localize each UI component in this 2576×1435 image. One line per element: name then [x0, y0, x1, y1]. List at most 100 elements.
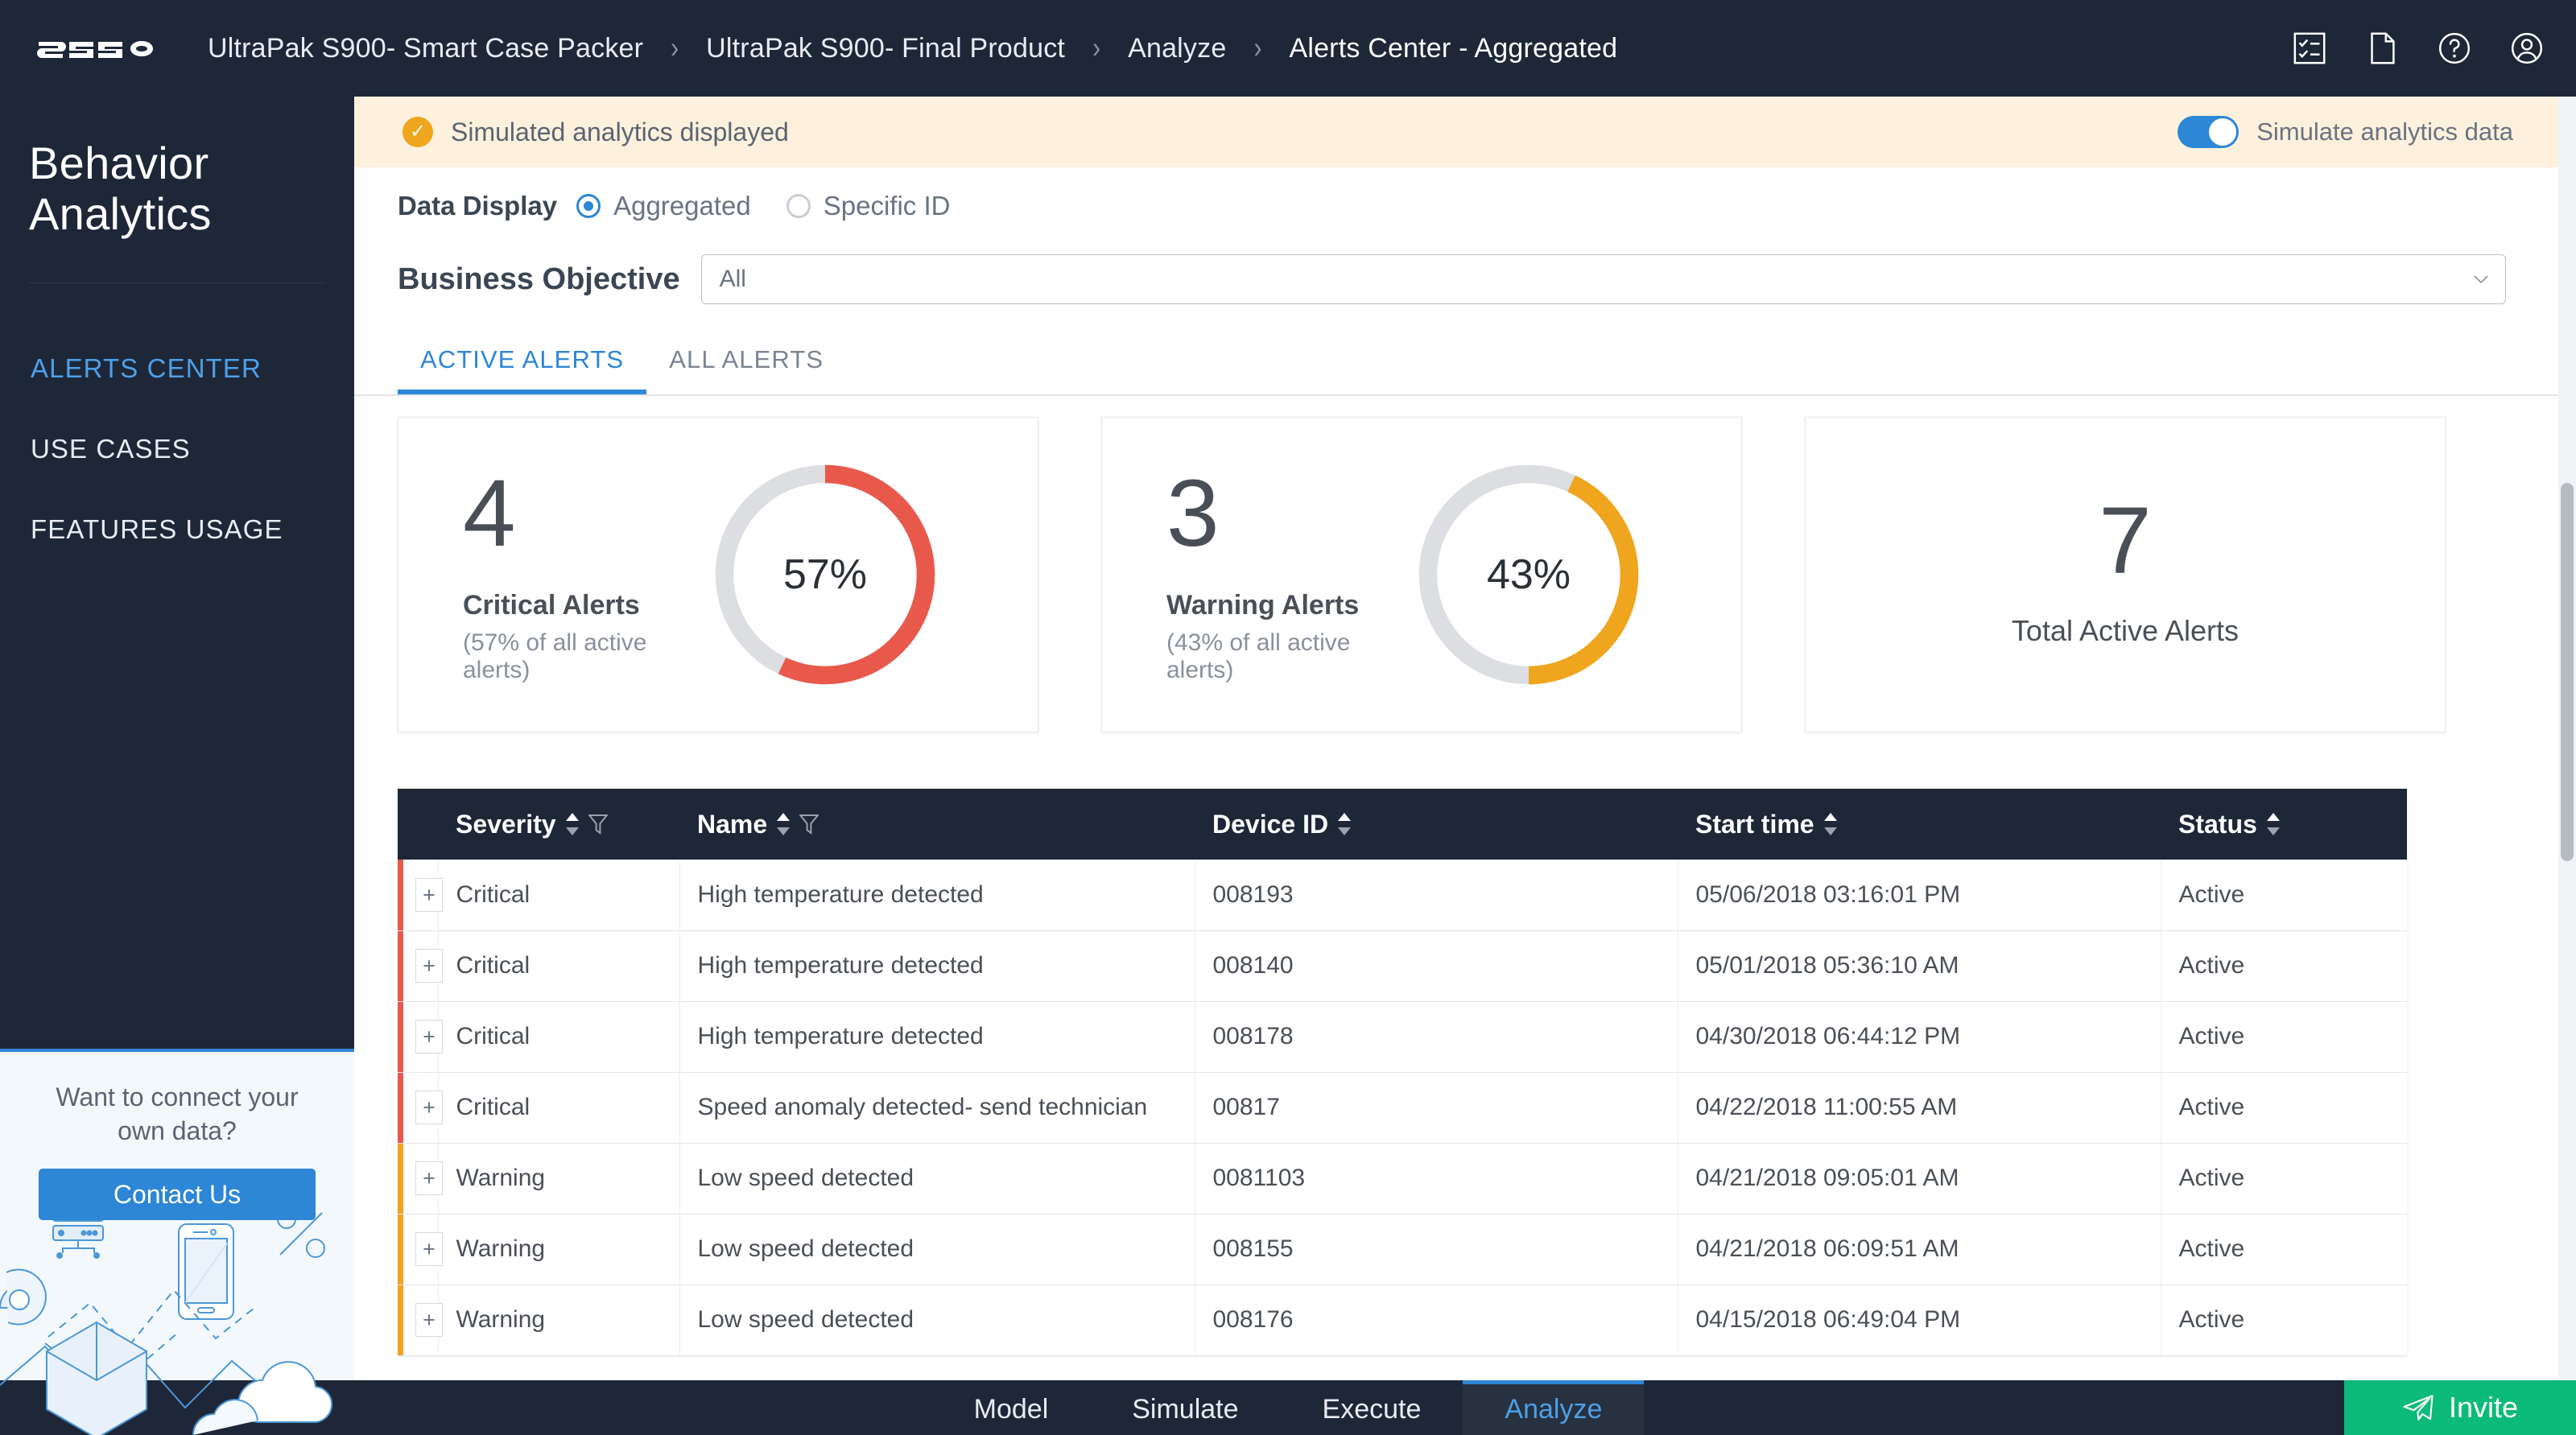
sort-icon[interactable]: [1823, 813, 1837, 835]
row-expand-cell: +: [398, 1001, 443, 1073]
row-expand-button[interactable]: +: [415, 949, 443, 983]
row-expand-cell: +: [398, 1214, 443, 1285]
sort-icon[interactable]: [1338, 813, 1352, 835]
breadcrumb-item-1[interactable]: UltraPak S900- Final Product: [706, 33, 1065, 64]
invite-button[interactable]: Invite: [2344, 1380, 2576, 1435]
breadcrumb-item-0[interactable]: UltraPak S900- Smart Case Packer: [208, 33, 643, 64]
row-expand-button[interactable]: +: [415, 1161, 443, 1195]
header-severity[interactable]: Severity: [438, 789, 679, 860]
severity-indicator-bar: [398, 930, 403, 1001]
warning-alerts-label: Warning Alerts: [1166, 589, 1360, 621]
radio-specific-id-input[interactable]: [786, 194, 811, 218]
header-name[interactable]: Name: [679, 789, 1195, 860]
radio-option-aggregated[interactable]: Aggregated: [576, 191, 751, 221]
table-row[interactable]: + Warning Low speed detected 008155 04/21/20…: [398, 1214, 2407, 1285]
warning-alerts-value: 3: [1166, 460, 1220, 567]
row-expand-button[interactable]: +: [415, 1303, 443, 1337]
bottom-nav-execute[interactable]: Execute: [1281, 1380, 1463, 1435]
breadcrumb-separator-icon: ›: [1092, 31, 1101, 64]
kpi-cards: 4 Critical Alerts (57% of all active ale…: [354, 396, 2576, 732]
table-row[interactable]: + Critical High temperature detected 008193…: [398, 860, 2407, 931]
radio-option-specific-id[interactable]: Specific ID: [786, 191, 950, 221]
row-start-time: 04/21/2018 09:05:01 AM: [1678, 1143, 2161, 1214]
sidebar-divider: [29, 282, 325, 284]
header-start-time[interactable]: Start time: [1678, 789, 2161, 860]
bottom-nav-analyze[interactable]: Analyze: [1463, 1380, 1645, 1435]
table-row[interactable]: + Critical High temperature detected 008178…: [398, 1001, 2407, 1073]
business-objective-select[interactable]: All: [700, 254, 2506, 304]
checklist-icon[interactable]: [2291, 30, 2328, 67]
breadcrumb-item-3[interactable]: Alerts Center - Aggregated: [1289, 33, 1617, 64]
promo-title-line1: Want to connect your: [56, 1082, 299, 1111]
sidebar-item-use-cases[interactable]: USE CASES: [0, 409, 354, 489]
row-device-id: 008178: [1195, 1001, 1678, 1073]
critical-alerts-value: 4: [463, 460, 516, 567]
table-row[interactable]: + Critical Speed anomaly detected- send te…: [398, 1072, 2407, 1144]
account-icon[interactable]: [2508, 30, 2545, 67]
page-scrollbar-thumb[interactable]: [2561, 483, 2574, 861]
sort-icon[interactable]: [565, 813, 579, 835]
data-display-label: Data Display: [398, 191, 558, 221]
header-start-time-label: Start time: [1695, 809, 1814, 839]
document-icon[interactable]: [2363, 30, 2401, 67]
sort-icon[interactable]: [2266, 813, 2280, 835]
row-device-id: 008140: [1195, 930, 1678, 1002]
sidebar-item-features-usage[interactable]: FEATURES USAGE: [0, 489, 354, 570]
row-start-time: 05/06/2018 03:16:01 PM: [1678, 860, 2161, 931]
total-card-text: 7 Total Active Alerts: [2012, 493, 2239, 656]
row-name: High temperature detected: [679, 930, 1195, 1002]
row-expand-button[interactable]: +: [415, 1232, 443, 1266]
row-severity: Warning: [438, 1284, 680, 1356]
table-row[interactable]: + Warning Low speed detected 0081103 04/21/2…: [398, 1143, 2407, 1214]
table-row[interactable]: + Warning Low speed detected 008176 04/15/20…: [398, 1284, 2407, 1356]
business-objective-value: All: [719, 266, 746, 292]
help-icon[interactable]: [2436, 30, 2473, 67]
severity-indicator-bar: [398, 1214, 403, 1284]
sidebar-item-alerts-center[interactable]: ALERTS CENTER: [0, 328, 354, 409]
row-device-id: 008193: [1195, 860, 1678, 931]
warning-alerts-sub: (43% of all active alerts): [1166, 629, 1351, 683]
simulated-analytics-banner: ✓ Simulated analytics displayed Simulate…: [354, 97, 2576, 167]
data-display-row: Data Display Aggregated Specific ID: [398, 167, 2576, 245]
row-expand-button[interactable]: +: [415, 1020, 443, 1054]
filter-icon[interactable]: [588, 814, 608, 835]
business-objective-select-wrap: All: [700, 254, 2506, 304]
row-name: High temperature detected: [679, 1001, 1195, 1073]
row-expand-button[interactable]: +: [415, 877, 443, 912]
row-expand-cell: +: [398, 1143, 443, 1214]
breadcrumb-item-2[interactable]: Analyze: [1128, 33, 1226, 64]
severity-indicator-bar: [398, 1143, 403, 1214]
row-start-time: 04/22/2018 11:00:55 AM: [1678, 1072, 2161, 1144]
invite-label: Invite: [2448, 1391, 2519, 1424]
paper-plane-icon: [2403, 1395, 2434, 1421]
filter-controls: Data Display Aggregated Specific ID Busi…: [354, 167, 2576, 314]
promo-title-line2: own data?: [118, 1115, 237, 1145]
chevron-down-icon[interactable]: [2474, 275, 2488, 283]
bottom-nav-model[interactable]: Model: [932, 1380, 1091, 1435]
sidebar-title: Behavior Analytics: [29, 138, 354, 239]
tab-active-alerts[interactable]: ACTIVE ALERTS: [398, 335, 647, 394]
promo-title: Want to connect your own data?: [0, 1052, 354, 1148]
breadcrumb: UltraPak S900- Smart Case Packer › Ultra…: [208, 31, 1617, 64]
row-status: Active: [2161, 1284, 2407, 1356]
warning-donut-percent: 43%: [1486, 551, 1571, 598]
simulate-toggle-group: Simulate analytics data: [2178, 97, 2513, 167]
row-expand-button[interactable]: +: [415, 1091, 443, 1124]
total-alerts-label: Total Active Alerts: [2011, 614, 2240, 647]
critical-alerts-label: Critical Alerts: [463, 589, 640, 621]
radio-aggregated-input[interactable]: [576, 194, 601, 218]
sidebar-title-line2: Analytics: [29, 188, 212, 239]
row-severity: Critical: [438, 1072, 680, 1144]
tab-all-alerts[interactable]: ALL ALERTS: [646, 335, 846, 394]
header-status[interactable]: Status: [2161, 789, 2407, 860]
table-row[interactable]: + Critical High temperature detected 008140…: [398, 930, 2407, 1002]
page-scrollbar[interactable]: [2558, 97, 2576, 1435]
sort-icon[interactable]: [777, 813, 791, 835]
contact-us-button[interactable]: Contact Us: [39, 1169, 316, 1221]
simulate-analytics-toggle[interactable]: [2178, 116, 2240, 148]
filter-icon[interactable]: [799, 814, 819, 835]
seebo-logo[interactable]: [37, 32, 166, 64]
breadcrumb-separator-icon: ›: [671, 31, 679, 64]
bottom-nav-simulate[interactable]: Simulate: [1090, 1380, 1280, 1435]
header-device-id[interactable]: Device ID: [1195, 789, 1678, 860]
